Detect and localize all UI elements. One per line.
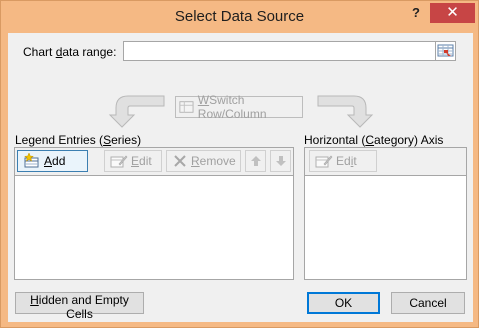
help-button[interactable]: ?: [405, 5, 427, 23]
close-button[interactable]: ✕: [430, 3, 475, 23]
legend-entries-label: Legend Entries (Series): [15, 133, 141, 147]
switch-arrow-left-icon: [108, 95, 165, 128]
edit-series-icon: [110, 155, 128, 168]
switch-arrow-right-icon: [317, 95, 374, 128]
move-up-button[interactable]: [245, 150, 266, 172]
label-text: ata range:: [62, 45, 117, 59]
switch-row-column-label: WSwitch Row/Column: [198, 93, 302, 121]
label-accelerator: A: [44, 154, 53, 168]
edit-axis-icon: [315, 155, 333, 168]
label-accelerator: E: [131, 154, 140, 168]
switch-row-column-icon: [179, 101, 194, 113]
legend-entries-list[interactable]: [15, 177, 293, 279]
label-text: emove: [199, 154, 236, 168]
dialog-body: Chart data range: WSwitch Row/Column Leg…: [8, 33, 473, 322]
edit-series-label: Edit: [131, 154, 152, 168]
legend-toolbar: Add Edit Remove: [15, 148, 293, 176]
remove-series-label: Remove: [191, 154, 236, 168]
title-bar[interactable]: Select Data Source ? ✕: [1, 1, 478, 33]
cancel-button[interactable]: Cancel: [391, 292, 465, 314]
label-accelerator: S: [103, 133, 112, 147]
remove-x-icon: [174, 155, 186, 167]
label-text: idden and Empty Cells: [38, 293, 129, 321]
remove-series-button[interactable]: Remove: [166, 150, 241, 172]
label-text: Switch Row/Column: [197, 93, 267, 121]
axis-labels-panel: Edit: [304, 147, 467, 280]
chart-data-range-input[interactable]: [123, 41, 436, 61]
legend-entries-panel: Add Edit Remove: [14, 147, 294, 280]
chart-data-range-label: Chart data range:: [23, 45, 116, 59]
move-down-button[interactable]: [270, 150, 291, 172]
label-text: dd: [52, 154, 66, 168]
add-series-icon: [24, 153, 39, 168]
arrow-up-icon: [251, 156, 261, 166]
label-text: Horizontal (: [304, 133, 366, 147]
ok-button[interactable]: OK: [307, 292, 380, 314]
label-accelerator: H: [30, 293, 39, 307]
edit-series-button[interactable]: Edit: [104, 150, 162, 172]
add-series-label: Add: [44, 154, 65, 168]
label-accelerator: R: [191, 154, 200, 168]
axis-toolbar: Edit: [305, 148, 466, 176]
add-series-button[interactable]: Add: [17, 150, 88, 172]
label-text: Legend Entries (: [15, 133, 104, 147]
axis-labels-list[interactable]: [305, 177, 466, 279]
label-text: t: [353, 154, 357, 168]
switch-row-column-button[interactable]: WSwitch Row/Column: [175, 93, 303, 121]
label-text: dit: [139, 154, 152, 168]
label-accelerator: W: [197, 93, 210, 107]
collapse-dialog-icon: [437, 44, 454, 57]
hidden-empty-cells-button[interactable]: Hidden and Empty Cells: [15, 292, 144, 321]
arrow-down-icon: [276, 156, 286, 166]
label-text: Chart: [23, 45, 56, 59]
range-picker-button[interactable]: [435, 41, 456, 61]
label-text: eries): [111, 133, 142, 147]
edit-axis-labels-button[interactable]: Edit: [309, 150, 377, 172]
label-text: Ed: [336, 154, 351, 168]
label-accelerator: C: [365, 133, 375, 147]
select-data-source-dialog: Select Data Source ? ✕ Chart data range:: [0, 0, 479, 328]
edit-axis-labels-label: Edit: [336, 154, 357, 168]
